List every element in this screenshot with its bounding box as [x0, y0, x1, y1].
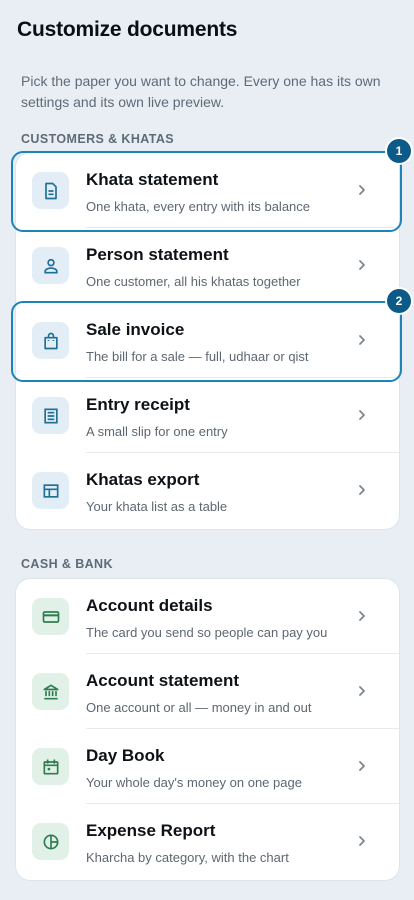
- row-subtitle: Your khata list as a table: [86, 499, 228, 514]
- section-label-cash-bank: CASH & BANK: [21, 557, 113, 571]
- section-label-customers: CUSTOMERS & KHATAS: [21, 132, 175, 146]
- list-item-sale-invoice[interactable]: Sale invoice The bill for a sale — full,…: [16, 303, 399, 378]
- row-title: Expense Report: [86, 821, 216, 840]
- chevron-right-icon: [359, 185, 365, 195]
- list-item-entry-receipt[interactable]: Entry receipt A small slip for one entry: [16, 378, 399, 453]
- intro-text: Pick the paper you want to change. Every…: [21, 73, 381, 110]
- row-subtitle: The bill for a sale — full, udhaar or qi…: [86, 349, 309, 364]
- step-marker-1: 1: [387, 139, 411, 163]
- list-item-account-statement[interactable]: Account statement One account or all — m…: [16, 654, 399, 729]
- chevron-right-icon: [359, 485, 365, 495]
- row-subtitle: One account or all — money in and out: [86, 700, 312, 715]
- row-subtitle: One customer, all his khatas together: [86, 274, 301, 289]
- row-subtitle: Your whole day's money on one page: [86, 775, 302, 790]
- chevron-right-icon: [359, 836, 365, 846]
- bank-icon: [32, 673, 69, 710]
- row-title: Account statement: [86, 671, 240, 690]
- row-title: Day Book: [86, 746, 165, 765]
- row-title: Sale invoice: [86, 320, 185, 339]
- row-title: Khata statement: [86, 170, 219, 189]
- receipt-icon: [32, 397, 69, 434]
- row-title: Account details: [86, 596, 213, 615]
- list-item-day-book[interactable]: Day Book Your whole day's money on one p…: [16, 729, 399, 804]
- chevron-right-icon: [359, 410, 365, 420]
- chevron-right-icon: [359, 335, 365, 345]
- cash-bank-card: Account details The card you send so peo…: [16, 579, 399, 880]
- row-subtitle: Kharcha by category, with the chart: [86, 850, 289, 865]
- row-subtitle: One khata, every entry with its balance: [86, 199, 311, 214]
- person-icon: [32, 247, 69, 284]
- shopping-bag-icon: [32, 322, 69, 359]
- list-item-khata-statement[interactable]: Khata statement One khata, every entry w…: [16, 153, 399, 228]
- calendar-icon: [32, 748, 69, 785]
- row-subtitle: A small slip for one entry: [86, 424, 228, 439]
- step-marker-2: 2: [387, 289, 411, 313]
- credit-card-icon: [32, 598, 69, 635]
- chevron-right-icon: [359, 260, 365, 270]
- chevron-right-icon: [359, 761, 365, 771]
- page-title: Customize documents: [17, 18, 238, 41]
- table-icon: [32, 472, 69, 509]
- row-title: Khatas export: [86, 470, 200, 489]
- row-title: Entry receipt: [86, 395, 190, 414]
- pie-chart-icon: [32, 823, 69, 860]
- list-item-person-statement[interactable]: Person statement One customer, all his k…: [16, 228, 399, 303]
- chevron-right-icon: [359, 611, 365, 621]
- document-icon: [32, 172, 69, 209]
- list-item-account-details[interactable]: Account details The card you send so peo…: [16, 579, 399, 654]
- row-subtitle: The card you send so people can pay you: [86, 625, 328, 640]
- list-item-khatas-export[interactable]: Khatas export Your khata list as a table: [16, 453, 399, 528]
- row-title: Person statement: [86, 245, 229, 264]
- list-item-expense-report[interactable]: Expense Report Kharcha by category, with…: [16, 804, 399, 879]
- customers-card: Khata statement One khata, every entry w…: [16, 153, 399, 529]
- chevron-right-icon: [359, 686, 365, 696]
